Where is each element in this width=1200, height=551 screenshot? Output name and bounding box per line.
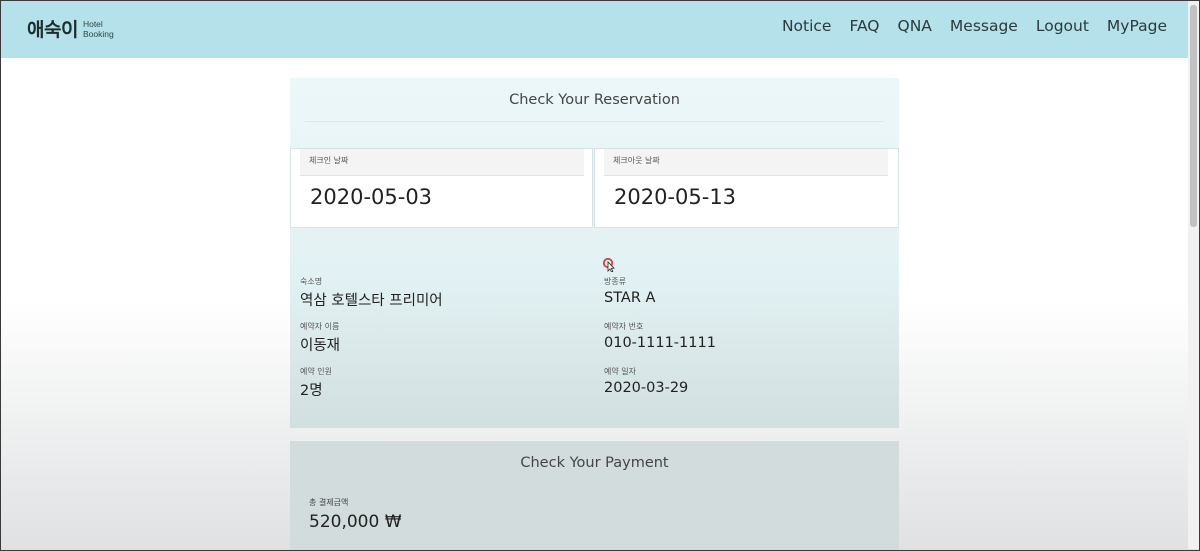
top-navbar: 애숙이 Hotel Booking Notice FAQ QNA Message… (1, 1, 1188, 58)
guest-name-value: 이동재 (300, 338, 341, 354)
room-type-label: 방종류 (604, 277, 627, 286)
hotel-name-label: 숙소명 (300, 277, 323, 286)
guest-phone-value: 010-1111-1111 (604, 335, 716, 351)
nav-logout[interactable]: Logout (1036, 17, 1089, 35)
check-in-date: 2020-05-03 (310, 185, 433, 209)
check-in-box: 체크인 날짜 2020-05-03 (290, 148, 593, 228)
payment-card: Check Your Payment 총 결제금액 520,000 ₩ (290, 441, 899, 551)
reservation-title: Check Your Reservation (509, 92, 680, 108)
page-scrollbar[interactable] (1188, 1, 1199, 549)
room-type-value: STAR A (604, 290, 656, 306)
nav-notice[interactable]: Notice (782, 17, 832, 35)
site-logo[interactable]: 애숙이 Hotel Booking (27, 15, 114, 42)
nav-mypage[interactable]: MyPage (1107, 17, 1167, 35)
hotel-name-value: 역삼 호텔스타 프리미어 (300, 293, 443, 309)
logo-wordmark: 애숙이 (27, 19, 78, 41)
guest-name-label: 예약자 이름 (300, 322, 340, 331)
logo-subtitle-line1: Hotel (82, 18, 103, 29)
nav-message[interactable]: Message (950, 17, 1018, 35)
nav-qna[interactable]: QNA (898, 17, 932, 35)
guest-count-value: 2명 (300, 383, 323, 399)
guest-count-label: 예약 인원 (300, 367, 332, 376)
payment-title: Check Your Payment (520, 455, 669, 471)
guest-phone-label: 예약자 번호 (604, 322, 644, 331)
check-in-label-bar: 체크인 날짜 (300, 149, 584, 176)
title-divider (305, 121, 884, 122)
check-in-label: 체크인 날짜 (309, 156, 349, 165)
logo-subtitle-line2: Booking (82, 28, 114, 39)
check-out-box: 체크아웃 날짜 2020-05-13 (594, 148, 899, 228)
reservation-date-value: 2020-03-29 (604, 380, 689, 396)
reservation-card: Check Your Reservation 체크인 날짜 2020-05-03… (290, 78, 899, 428)
nav-faq[interactable]: FAQ (849, 17, 879, 35)
check-out-label: 체크아웃 날짜 (613, 156, 660, 165)
scrollbar-thumb[interactable] (1190, 5, 1197, 227)
total-payment-label: 총 결제금액 (309, 498, 349, 507)
mouse-cursor-icon (603, 258, 615, 272)
check-out-label-bar: 체크아웃 날짜 (604, 149, 888, 176)
total-payment-value: 520,000 ₩ (309, 512, 402, 532)
check-out-date: 2020-05-13 (614, 185, 737, 209)
main-nav: Notice FAQ QNA Message Logout MyPage (764, 17, 1167, 35)
reservation-date-label: 예약 일자 (604, 367, 636, 376)
logo-subtitle: Hotel Booking (83, 19, 114, 39)
